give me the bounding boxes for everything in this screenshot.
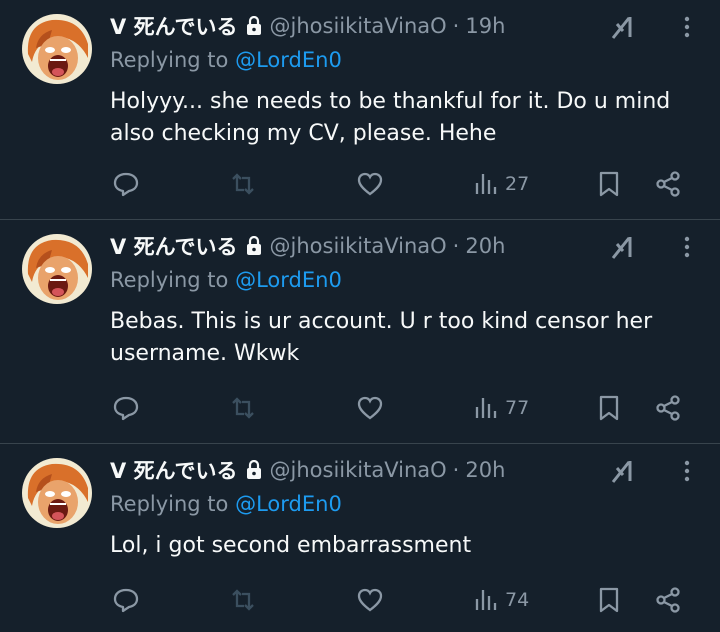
replying-to: Replying to @LordEn0: [110, 48, 342, 72]
lock-icon: [246, 236, 262, 256]
avatar[interactable]: [22, 458, 92, 528]
replying-prefix: Replying to: [110, 492, 229, 516]
view-count: 74: [505, 589, 530, 611]
retweet-button[interactable]: [229, 390, 257, 426]
separator: ·: [452, 234, 460, 258]
tweet-text: Holyyy... she needs to be thankful for i…: [110, 89, 671, 146]
heart-icon: [357, 588, 383, 612]
bookmark-button[interactable]: [596, 166, 622, 202]
share-button[interactable]: [654, 582, 682, 618]
bookmark-icon: [599, 395, 619, 421]
reply-icon: [113, 396, 139, 421]
grok-icon[interactable]: [608, 456, 638, 486]
timestamp[interactable]: 20h: [465, 234, 505, 258]
separator: ·: [452, 458, 460, 482]
mention-link[interactable]: @LordEn0: [235, 492, 342, 516]
timestamp[interactable]: 19h: [465, 14, 505, 38]
reply-icon: [113, 172, 139, 197]
action-bar: 74: [0, 582, 720, 618]
tweet[interactable]: V 死んでいる @jhosiikitaVinaO · 19h Replying …: [0, 0, 720, 220]
like-button[interactable]: [356, 582, 384, 618]
heart-icon: [357, 396, 383, 420]
mention-link[interactable]: @LordEn0: [235, 268, 342, 292]
replying-to: Replying to @LordEn0: [110, 492, 342, 516]
handle[interactable]: @jhosiikitaVinaO: [270, 14, 447, 38]
share-button[interactable]: [654, 390, 682, 426]
display-name[interactable]: V 死んでいる: [110, 455, 238, 485]
reply-button[interactable]: [112, 390, 140, 426]
grok-icon[interactable]: [608, 12, 638, 42]
lock-icon: [246, 460, 262, 480]
tweet[interactable]: V 死んでいる @jhosiikitaVinaO · 20h Replying …: [0, 220, 720, 444]
reply-button[interactable]: [112, 166, 140, 202]
more-icon[interactable]: [672, 232, 702, 262]
reply-icon: [113, 588, 139, 613]
retweet-icon: [232, 173, 254, 195]
like-button[interactable]: [356, 390, 384, 426]
heart-icon: [357, 172, 383, 196]
bookmark-button[interactable]: [596, 390, 622, 426]
replying-to: Replying to @LordEn0: [110, 268, 342, 292]
views-button[interactable]: 77: [473, 390, 529, 426]
share-icon: [656, 395, 680, 421]
views-icon: [475, 174, 497, 194]
handle[interactable]: @jhosiikitaVinaO: [270, 234, 447, 258]
view-count: 27: [505, 173, 530, 195]
replying-prefix: Replying to: [110, 48, 229, 72]
retweet-button[interactable]: [229, 582, 257, 618]
handle[interactable]: @jhosiikitaVinaO: [270, 458, 447, 482]
avatar[interactable]: [22, 234, 92, 304]
separator: ·: [452, 14, 460, 38]
like-button[interactable]: [356, 166, 384, 202]
reply-button[interactable]: [112, 582, 140, 618]
bookmark-button[interactable]: [596, 582, 622, 618]
lock-icon: [246, 16, 262, 36]
retweet-button[interactable]: [229, 166, 257, 202]
bookmark-icon: [599, 587, 619, 613]
action-bar: 77: [0, 390, 720, 426]
retweet-icon: [232, 397, 254, 419]
share-icon: [656, 171, 680, 197]
retweet-icon: [232, 589, 254, 611]
view-count: 77: [505, 397, 530, 419]
tweet-text: Bebas. This is ur account. U r too kind …: [110, 309, 653, 366]
display-name[interactable]: V 死んでいる: [110, 231, 238, 261]
replying-prefix: Replying to: [110, 268, 229, 292]
views-button[interactable]: 74: [473, 582, 529, 618]
share-icon: [656, 587, 680, 613]
more-icon[interactable]: [672, 12, 702, 42]
share-button[interactable]: [654, 166, 682, 202]
tweet-text: Lol, i got second embarrassment: [110, 533, 472, 558]
more-icon[interactable]: [672, 456, 702, 486]
display-name[interactable]: V 死んでいる: [110, 11, 238, 41]
views-button[interactable]: 27: [473, 166, 529, 202]
action-bar: 27: [0, 166, 720, 202]
tweet[interactable]: V 死んでいる @jhosiikitaVinaO · 20h Replying …: [0, 444, 720, 632]
views-icon: [475, 590, 497, 610]
mention-link[interactable]: @LordEn0: [235, 48, 342, 72]
grok-icon[interactable]: [608, 232, 638, 262]
bookmark-icon: [599, 171, 619, 197]
avatar[interactable]: [22, 14, 92, 84]
timestamp[interactable]: 20h: [465, 458, 505, 482]
views-icon: [475, 398, 497, 418]
